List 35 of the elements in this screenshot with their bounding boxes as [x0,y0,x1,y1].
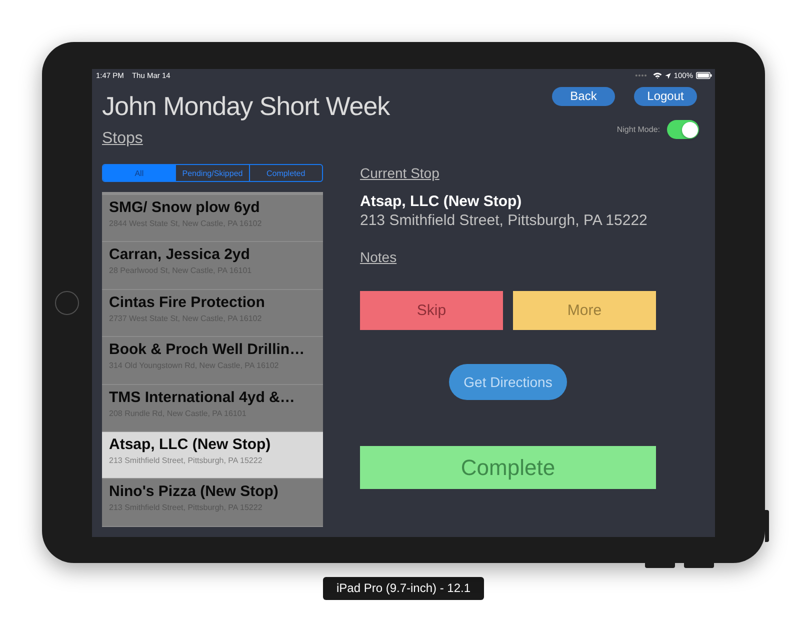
filter-tab[interactable]: All [103,165,176,181]
complete-button[interactable]: Complete [360,446,656,489]
notes-link[interactable]: Notes [360,249,397,266]
filter-tab[interactable]: Pending/Skipped [175,165,249,181]
filter-tab[interactable]: Completed [248,165,322,181]
signal-icon [634,74,647,77]
stop-name: Atsap, LLC (New Stop) [109,436,271,454]
current-stop-address: 213 Smithfield Street, Pittsburgh, PA 15222 [360,212,648,230]
side-button[interactable] [765,510,769,542]
current-stop-heading: Current Stop [360,165,440,182]
page-title: John Monday Short Week [102,90,390,122]
logout-button[interactable]: Logout [634,87,697,106]
stop-list-item[interactable]: Atsap, LLC (New Stop) 213 Smithfield Street, Pittsburgh, PA 15222 [102,432,323,480]
battery-icon [696,72,712,79]
location-icon [664,72,671,78]
wifi-icon [652,72,662,79]
volume-button[interactable] [645,563,675,568]
home-button[interactable] [55,291,79,315]
stop-name: Nino's Pizza (New Stop) [109,483,278,502]
volume-button[interactable] [684,563,714,568]
skip-button[interactable]: Skip [360,291,503,330]
stop-address: 213 Smithfield Street, Pittsburgh, PA 15222 [109,454,262,466]
stop-name: SMG/ Snow plow 6yd [109,199,260,217]
more-button[interactable]: More [513,291,656,330]
current-stop-name: Atsap, LLC (New Stop) [360,193,522,211]
stop-name: Cintas Fire Protection [109,294,265,312]
get-directions-button[interactable]: Get Directions [449,364,567,400]
stops-link[interactable]: Stops [102,129,143,148]
stop-name: Carran, Jessica 2yd [109,246,250,264]
night-mode-label: Night Mode: [616,125,660,134]
back-button[interactable]: Back [552,87,615,106]
device-label: iPad Pro (9.7-inch) - 12.1 [323,577,484,600]
night-mode-toggle[interactable] [667,120,699,139]
stop-name: TMS International 4yd &… [109,388,295,407]
stop-name: Book & Proch Well Drillin… [109,341,305,360]
